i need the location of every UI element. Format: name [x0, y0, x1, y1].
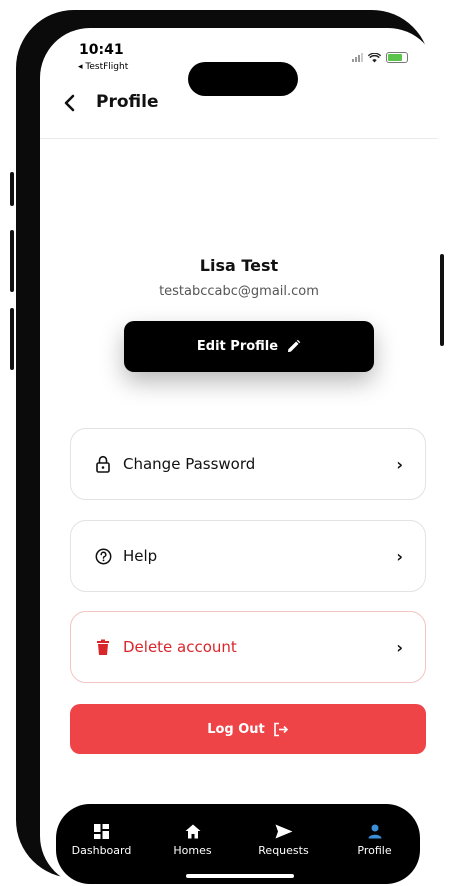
screen: 10:41 ◂ TestFlight Profile Lisa Test tes… [40, 28, 438, 886]
person-icon [368, 822, 382, 840]
battery-icon [386, 52, 408, 63]
user-name: Lisa Test [199, 256, 279, 275]
help-item[interactable]: Help › [70, 520, 426, 592]
chevron-right-icon: › [396, 637, 403, 657]
logout-icon [273, 722, 288, 736]
back-chevron-icon[interactable] [62, 94, 76, 112]
volume-up-button [10, 230, 14, 292]
pencil-icon [287, 339, 301, 353]
tab-profile[interactable]: Profile [335, 822, 415, 857]
dashboard-icon [94, 822, 109, 840]
delete-account-label: Delete account [123, 638, 237, 656]
wifi-icon [368, 52, 381, 62]
action-button [10, 172, 14, 206]
edit-profile-button[interactable]: Edit Profile [124, 321, 374, 372]
user-email: testabccabc@gmail.com [159, 284, 319, 299]
change-password-label: Change Password [123, 455, 256, 473]
tab-dashboard[interactable]: Dashboard [62, 822, 142, 857]
tab-homes[interactable]: Homes [153, 822, 233, 857]
trash-icon [93, 637, 113, 657]
edit-profile-label: Edit Profile [196, 339, 279, 354]
logout-label: Log Out [207, 721, 265, 737]
tab-requests[interactable]: Requests [244, 822, 324, 857]
status-time: 10:41 [79, 42, 124, 58]
send-icon [275, 822, 293, 840]
home-indicator [186, 874, 294, 878]
signal-icon [352, 53, 363, 62]
help-label: Help [123, 547, 158, 565]
phone-frame: 10:41 ◂ TestFlight Profile Lisa Test tes… [16, 10, 438, 886]
tab-profile-label: Profile [357, 844, 392, 857]
back-to-app-link[interactable]: ◂ TestFlight [78, 62, 128, 72]
home-icon [185, 822, 201, 840]
chevron-right-icon: › [396, 546, 403, 566]
logout-button[interactable]: Log Out [70, 704, 426, 754]
help-circle-icon [93, 546, 113, 566]
power-button [440, 254, 444, 346]
lock-icon [93, 454, 113, 474]
delete-account-item[interactable]: Delete account › [70, 611, 426, 683]
change-password-item[interactable]: Change Password › [70, 428, 426, 500]
bottom-tab-bar: Dashboard Homes Requests Profile [56, 804, 420, 884]
chevron-right-icon: › [396, 454, 403, 474]
tab-dashboard-label: Dashboard [71, 844, 132, 857]
tab-requests-label: Requests [258, 844, 309, 857]
page-title: Profile [96, 92, 159, 112]
tab-homes-label: Homes [173, 844, 212, 857]
volume-down-button [10, 308, 14, 370]
status-icons [352, 52, 408, 63]
